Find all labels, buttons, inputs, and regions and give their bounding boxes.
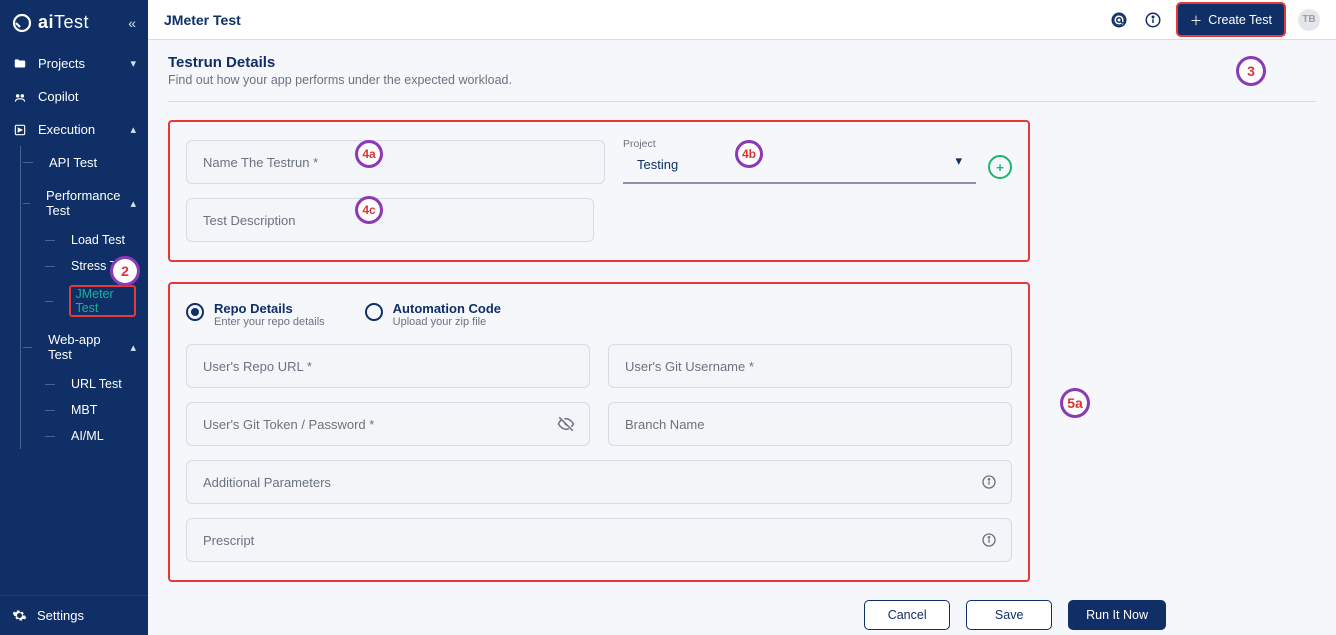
save-button[interactable]: Save — [966, 600, 1052, 630]
git-username-field[interactable] — [608, 344, 1012, 388]
sidebar-item-copilot[interactable]: Copilot — [0, 80, 148, 113]
sidebar-item-label: Execution — [38, 122, 95, 137]
mention-icon[interactable] — [1108, 9, 1130, 31]
chevron-down-icon: ▾ — [130, 57, 136, 70]
create-test-button[interactable]: ＋ Create Test — [1176, 2, 1286, 37]
sidebar-item-api-test[interactable]: API Test — [21, 146, 148, 179]
avatar[interactable]: TB — [1298, 9, 1320, 31]
sidebar-item-execution[interactable]: Execution ▴ — [0, 113, 148, 146]
sidebar-item-label: Copilot — [38, 89, 78, 104]
add-project-button[interactable]: + — [988, 155, 1012, 179]
section-title: Testrun Details — [168, 54, 1316, 71]
chevron-up-icon: ▴ — [130, 197, 136, 210]
select-float-label: Project — [623, 138, 656, 150]
source-radio-group: Repo Details Enter your repo details Aut… — [186, 302, 1012, 328]
repo-url-input[interactable] — [201, 358, 575, 375]
logo-row: aiTest « — [0, 0, 148, 47]
additional-params-input[interactable] — [201, 474, 981, 491]
git-token-field[interactable] — [186, 402, 590, 446]
sidebar-item-label: Load Test — [71, 233, 125, 247]
select-value: Testing — [637, 157, 678, 172]
divider — [168, 101, 1316, 102]
info-icon[interactable] — [981, 474, 997, 490]
chevron-up-icon: ▴ — [130, 341, 136, 354]
folder-icon — [12, 57, 28, 71]
sidebar-item-label: MBT — [71, 403, 97, 417]
main-content: Testrun Details Find out how your app pe… — [148, 40, 1336, 635]
sidebar-item-webapp-test[interactable]: Web-app Test ▴ — [21, 323, 148, 371]
header: JMeter Test ＋ Create Test TB — [148, 0, 1336, 40]
sidebar-item-load-test[interactable]: Load Test — [43, 227, 148, 253]
plus-icon: ＋ — [1190, 10, 1203, 29]
source-panel: Repo Details Enter your repo details Aut… — [168, 282, 1030, 582]
annotation-badge-2: 2 — [110, 256, 140, 286]
sidebar-collapse-icon[interactable]: « — [128, 15, 136, 31]
annotation-badge-4a: 4a — [355, 140, 383, 168]
git-username-input[interactable] — [623, 358, 997, 375]
additional-params-field[interactable] — [186, 460, 1012, 504]
info-icon[interactable] — [1142, 9, 1164, 31]
sidebar-item-label: Projects — [38, 56, 85, 71]
brand-text: aiTest — [38, 12, 89, 33]
sidebar-item-label: Settings — [37, 608, 84, 623]
project-select[interactable]: Project Testing ▾ — [623, 140, 976, 184]
execution-children: API Test Performance Test ▴ Load Test St… — [20, 146, 148, 449]
sidebar: aiTest « Projects ▾ Copilot Execution ▴ … — [0, 0, 148, 635]
page-title: JMeter Test — [164, 12, 241, 28]
sidebar-item-url-test[interactable]: URL Test — [43, 371, 148, 397]
execution-icon — [12, 123, 28, 137]
radio-icon — [365, 303, 383, 321]
testrun-name-field[interactable] — [186, 140, 605, 184]
sidebar-item-performance-test[interactable]: Performance Test ▴ — [21, 179, 148, 227]
testrun-details-panel: Project Testing ▾ + — [168, 120, 1030, 262]
cancel-button[interactable]: Cancel — [864, 600, 950, 630]
radio-repo-details[interactable]: Repo Details Enter your repo details — [186, 302, 325, 328]
annotation-badge-4b: 4b — [735, 140, 763, 168]
sidebar-nav: Projects ▾ Copilot Execution ▴ API Test … — [0, 47, 148, 595]
radio-label: Automation Code — [393, 302, 501, 316]
info-icon[interactable] — [981, 532, 997, 548]
branch-name-field[interactable] — [608, 402, 1012, 446]
test-description-input[interactable] — [201, 212, 579, 229]
test-description-field[interactable] — [186, 198, 594, 242]
radio-automation-code[interactable]: Automation Code Upload your zip file — [365, 302, 501, 328]
sidebar-item-label: AI/ML — [71, 429, 104, 443]
sidebar-item-label: API Test — [49, 155, 97, 170]
sidebar-item-label: JMeter Test — [69, 285, 136, 317]
testrun-name-input[interactable] — [201, 154, 590, 171]
prescript-input[interactable] — [201, 532, 981, 549]
sidebar-item-aiml[interactable]: AI/ML — [43, 423, 148, 449]
annotation-badge-5a: 5a — [1060, 388, 1090, 418]
git-token-input[interactable] — [201, 416, 557, 433]
sidebar-item-label: Web-app Test — [48, 332, 120, 362]
radio-label: Repo Details — [214, 302, 325, 316]
section-subtitle: Find out how your app performs under the… — [168, 73, 1316, 87]
eye-off-icon[interactable] — [557, 415, 575, 433]
button-label: Create Test — [1208, 13, 1272, 27]
prescript-field[interactable] — [186, 518, 1012, 562]
sidebar-item-label: Performance Test — [46, 188, 120, 218]
logo-glyph — [12, 13, 32, 33]
footer-actions: Cancel Save Run It Now — [168, 600, 1166, 630]
sidebar-item-jmeter-test[interactable]: JMeter Test — [43, 279, 148, 323]
branch-name-input[interactable] — [623, 416, 997, 433]
caret-down-icon: ▾ — [955, 153, 962, 169]
copilot-icon — [12, 90, 28, 104]
chevron-up-icon: ▴ — [130, 123, 136, 136]
radio-icon — [186, 303, 204, 321]
header-actions: ＋ Create Test TB — [1108, 2, 1320, 37]
sidebar-item-settings[interactable]: Settings — [0, 595, 148, 635]
sidebar-item-projects[interactable]: Projects ▾ — [0, 47, 148, 80]
sidebar-item-mbt[interactable]: MBT — [43, 397, 148, 423]
annotation-badge-4c: 4c — [355, 196, 383, 224]
sidebar-item-label: URL Test — [71, 377, 122, 391]
radio-sublabel: Enter your repo details — [214, 316, 325, 328]
gear-icon — [12, 608, 27, 623]
repo-url-field[interactable] — [186, 344, 590, 388]
radio-sublabel: Upload your zip file — [393, 316, 501, 328]
run-it-now-button[interactable]: Run It Now — [1068, 600, 1166, 630]
webapp-children: URL Test MBT AI/ML — [21, 371, 148, 449]
